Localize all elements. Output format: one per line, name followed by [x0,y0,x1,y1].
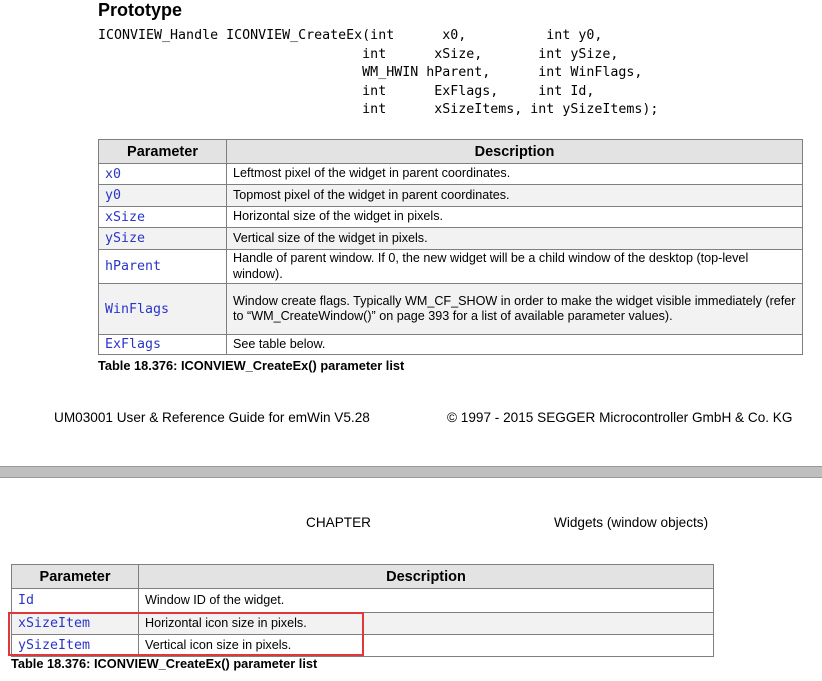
param-name: y0 [98,184,227,207]
param-name: WinFlags [98,283,227,335]
chapter-header: CHAPTER [306,515,371,530]
param-name: hParent [98,249,227,284]
param-description: See table below. [226,334,803,355]
prototype-code: ICONVIEW_Handle ICONVIEW_CreateEx(int x0… [98,27,658,120]
table-caption: Table 18.376: ICONVIEW_CreateEx() parame… [11,656,318,671]
param-description: Vertical size of the widget in pixels. [226,227,803,250]
prototype-line: int xSize, int ySize, [98,46,619,62]
table-row: ySize Vertical size of the widget in pix… [98,227,803,250]
chapter-title: Widgets (window objects) [554,515,709,530]
param-name: Id [11,588,139,613]
footer-title: UM03001 User & Reference Guide for emWin… [54,410,370,425]
prototype-line: int ExFlags, int Id, [98,83,595,99]
param-description: Window create flags. Typically WM_CF_SHO… [226,283,803,335]
parameter-table: Parameter Description x0 Leftmost pixel … [98,139,803,355]
column-header-description: Description [138,564,714,589]
prototype-line: WM_HWIN hParent, int WinFlags, [98,65,643,80]
column-header-parameter: Parameter [11,564,139,589]
param-description: Handle of parent window. If 0, the new w… [226,249,803,284]
param-name: ExFlags [98,334,227,355]
page-separator [0,466,822,478]
section-heading: Prototype [98,0,183,20]
param-name: xSize [98,206,227,228]
footer-copyright: © 1997 - 2015 SEGGER Microcontroller Gmb… [447,410,793,425]
param-name: x0 [98,163,227,185]
prototype-line: ICONVIEW_Handle ICONVIEW_CreateEx(int x0… [98,28,603,43]
table-row: Id Window ID of the widget. [11,588,714,613]
prototype-line: int xSizeItems, int ySizeItems); [98,102,659,117]
column-header-description: Description [226,139,803,164]
table-row: y0 Topmost pixel of the widget in parent… [98,184,803,207]
param-description: Window ID of the widget. [138,588,714,613]
table-caption: Table 18.376: ICONVIEW_CreateEx() parame… [98,358,405,373]
param-description: Leftmost pixel of the widget in parent c… [226,163,803,185]
column-header-parameter: Parameter [98,139,227,164]
table-row: WinFlags Window create flags. Typically … [98,283,803,335]
table-header-row: Parameter Description [11,564,714,589]
highlight-box [8,612,364,656]
table-row: x0 Leftmost pixel of the widget in paren… [98,163,803,185]
param-name: ySize [98,227,227,250]
table-header-row: Parameter Description [98,139,803,164]
table-row: xSize Horizontal size of the widget in p… [98,206,803,228]
table-row: ExFlags See table below. [98,334,803,355]
param-description: Topmost pixel of the widget in parent co… [226,184,803,207]
table-row: hParent Handle of parent window. If 0, t… [98,249,803,284]
param-description: Horizontal size of the widget in pixels. [226,206,803,228]
